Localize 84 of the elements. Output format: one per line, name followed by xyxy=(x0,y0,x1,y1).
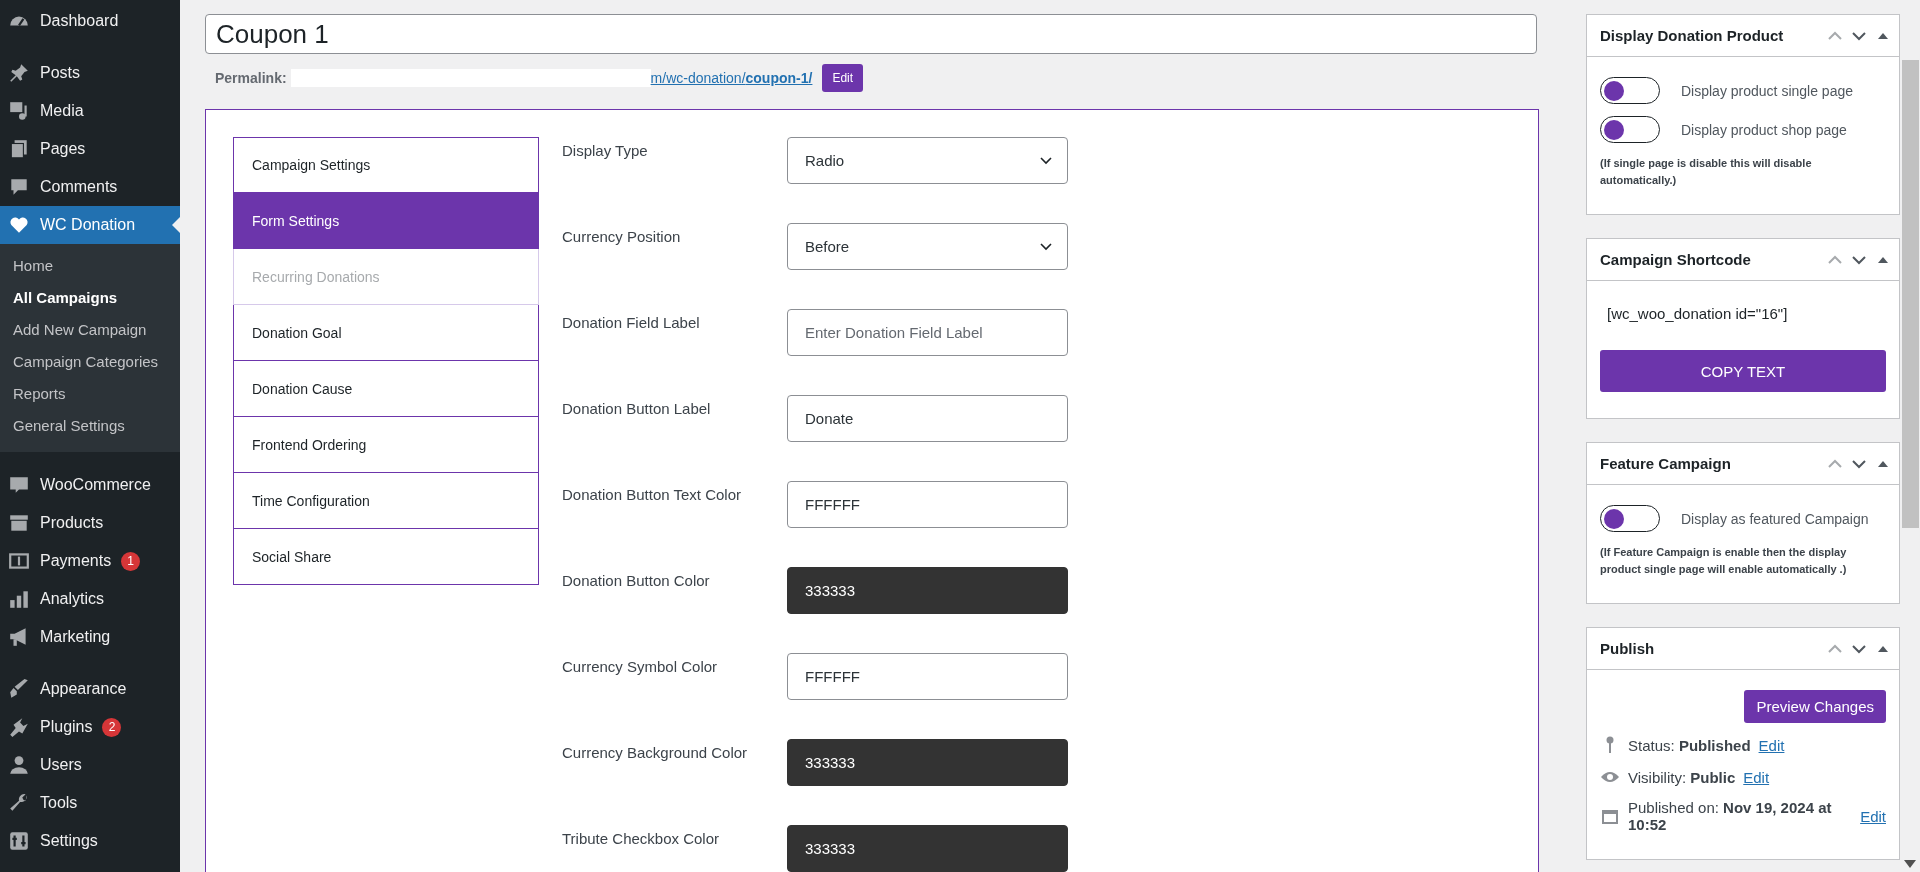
bar-chart-icon xyxy=(8,588,30,610)
publish-info: Visibility: Public xyxy=(1628,768,1736,786)
panel-title: Feature Campaign xyxy=(1600,455,1732,472)
panel-title: Campaign Shortcode xyxy=(1600,251,1752,268)
pages-icon xyxy=(8,138,30,160)
sidebar-menu-item[interactable]: WC Donation xyxy=(0,206,180,244)
preview-changes-button[interactable]: Preview Changes xyxy=(1744,690,1886,723)
edit-link[interactable]: Edit xyxy=(1758,736,1785,754)
settings-tab[interactable]: Donation Cause xyxy=(233,361,539,417)
field-label: Currency Symbol Color xyxy=(562,657,719,677)
sidebar-menu-item[interactable]: Tools xyxy=(0,784,180,822)
sidebar-menu-item[interactable]: Appearance xyxy=(0,670,180,708)
input-field[interactable]: Donate xyxy=(787,395,1068,442)
submenu-item[interactable]: Reports xyxy=(0,378,180,410)
select-dropdown[interactable]: Before xyxy=(787,223,1068,270)
submenu-item[interactable]: General Settings xyxy=(0,410,180,442)
settings-tab[interactable]: Campaign Settings xyxy=(233,137,539,193)
submenu-item[interactable]: Add New Campaign xyxy=(0,314,180,346)
shortcode-text: [wc_woo_donation id="16"] xyxy=(1606,304,1789,324)
wrench-icon xyxy=(8,792,30,814)
settings-tab[interactable]: Form Settings xyxy=(233,193,539,249)
copy-text-button[interactable]: COPY TEXT xyxy=(1600,350,1886,392)
sidebar-menu-item[interactable]: Dashboard xyxy=(0,2,180,40)
color-field[interactable]: FFFFFF xyxy=(787,653,1068,700)
scrollbar-thumb[interactable] xyxy=(1901,60,1919,528)
panel-title: Display Donation Product xyxy=(1600,27,1785,44)
color-field[interactable]: 333333 xyxy=(787,739,1068,786)
count-badge: 2 xyxy=(102,717,122,737)
submenu-item[interactable]: All Campaigns xyxy=(0,282,180,314)
sidebar-menu-item[interactable]: Plugins 2 xyxy=(0,708,180,746)
settings-tab[interactable]: Social Share xyxy=(233,529,539,585)
sidebar-menu-item[interactable]: Analytics xyxy=(0,580,180,618)
settings-icon xyxy=(8,830,30,852)
color-field[interactable]: FFFFFF xyxy=(787,481,1068,528)
submenu-item[interactable]: Home xyxy=(0,250,180,282)
edit-button[interactable]: Edit xyxy=(822,64,864,92)
banknote-icon xyxy=(8,550,30,572)
count-badge: 1 xyxy=(121,551,141,571)
panel-title: Publish xyxy=(1600,640,1656,657)
sidebar-menu-item[interactable]: Comments xyxy=(0,168,180,206)
toggle-label: Display product single page xyxy=(1681,82,1853,99)
select-dropdown[interactable]: Radio xyxy=(787,137,1068,184)
title-field[interactable]: Coupon 1 xyxy=(205,14,1537,54)
publish-info: Status: Published xyxy=(1628,736,1751,754)
photo-icon xyxy=(8,100,30,122)
permalink-link[interactable]: m/wc-donation/coupon-1/ xyxy=(650,70,817,86)
settings-tab[interactable]: Donation Goal xyxy=(233,305,539,361)
field-label: Tribute Checkbox Color xyxy=(562,829,720,849)
field-label: Display Type xyxy=(562,141,649,161)
user-icon xyxy=(8,754,30,776)
edit-link[interactable]: Edit xyxy=(1860,807,1886,825)
field-label: Donation Button Color xyxy=(562,571,711,591)
sidebar-menu-item[interactable]: Users xyxy=(0,746,180,784)
sidebar-menu-item[interactable]: Media xyxy=(0,92,180,130)
plug-icon xyxy=(8,716,30,738)
archive-box-icon xyxy=(8,512,30,534)
publish-info: Published on: Nov 19, 2024 at 10:52 xyxy=(1628,799,1833,833)
permalink-label: Permalink: xyxy=(215,70,287,86)
sidebar-menu-item[interactable]: Marketing xyxy=(0,618,180,656)
edit-link[interactable]: Edit xyxy=(1743,768,1770,786)
settings-tab[interactable]: Time Configuration xyxy=(233,473,539,529)
field-label: Currency Position xyxy=(562,227,682,247)
sidebar-menu-item[interactable]: Settings xyxy=(0,822,180,860)
brush-icon xyxy=(8,678,30,700)
sidebar-menu-item[interactable]: Payments 1 xyxy=(0,542,180,580)
pin-icon xyxy=(8,62,30,84)
color-field[interactable]: 333333 xyxy=(787,825,1068,872)
field-label: Donation Button Text Color xyxy=(562,485,742,505)
settings-tab[interactable]: Frontend Ordering xyxy=(233,417,539,473)
input-field[interactable]: Enter Donation Field Label xyxy=(787,309,1068,356)
help-note: (If Feature Campaign is enable then the display product single page will enable automatically .) xyxy=(1600,545,1848,577)
color-field[interactable]: 333333 xyxy=(787,567,1068,614)
field-label: Donation Button Label xyxy=(562,399,712,419)
submenu-item[interactable]: Campaign Categories xyxy=(0,346,180,378)
sidebar-menu-item[interactable]: Pages xyxy=(0,130,180,168)
toggle-label: Display product shop page xyxy=(1681,121,1847,138)
scroll-down-icon[interactable] xyxy=(1904,860,1916,868)
help-note: (If single page is disable this will disable automatically.) xyxy=(1600,156,1813,188)
sidebar-menu-item[interactable]: Posts xyxy=(0,54,180,92)
toggle-label: Display as featured Campaign xyxy=(1681,510,1869,527)
sidebar-menu-item[interactable]: Products xyxy=(0,504,180,542)
field-label: Currency Background Color xyxy=(562,743,749,763)
sidebar-menu-item[interactable]: WooCommerce xyxy=(0,466,180,504)
field-label: Donation Field Label xyxy=(562,313,701,333)
